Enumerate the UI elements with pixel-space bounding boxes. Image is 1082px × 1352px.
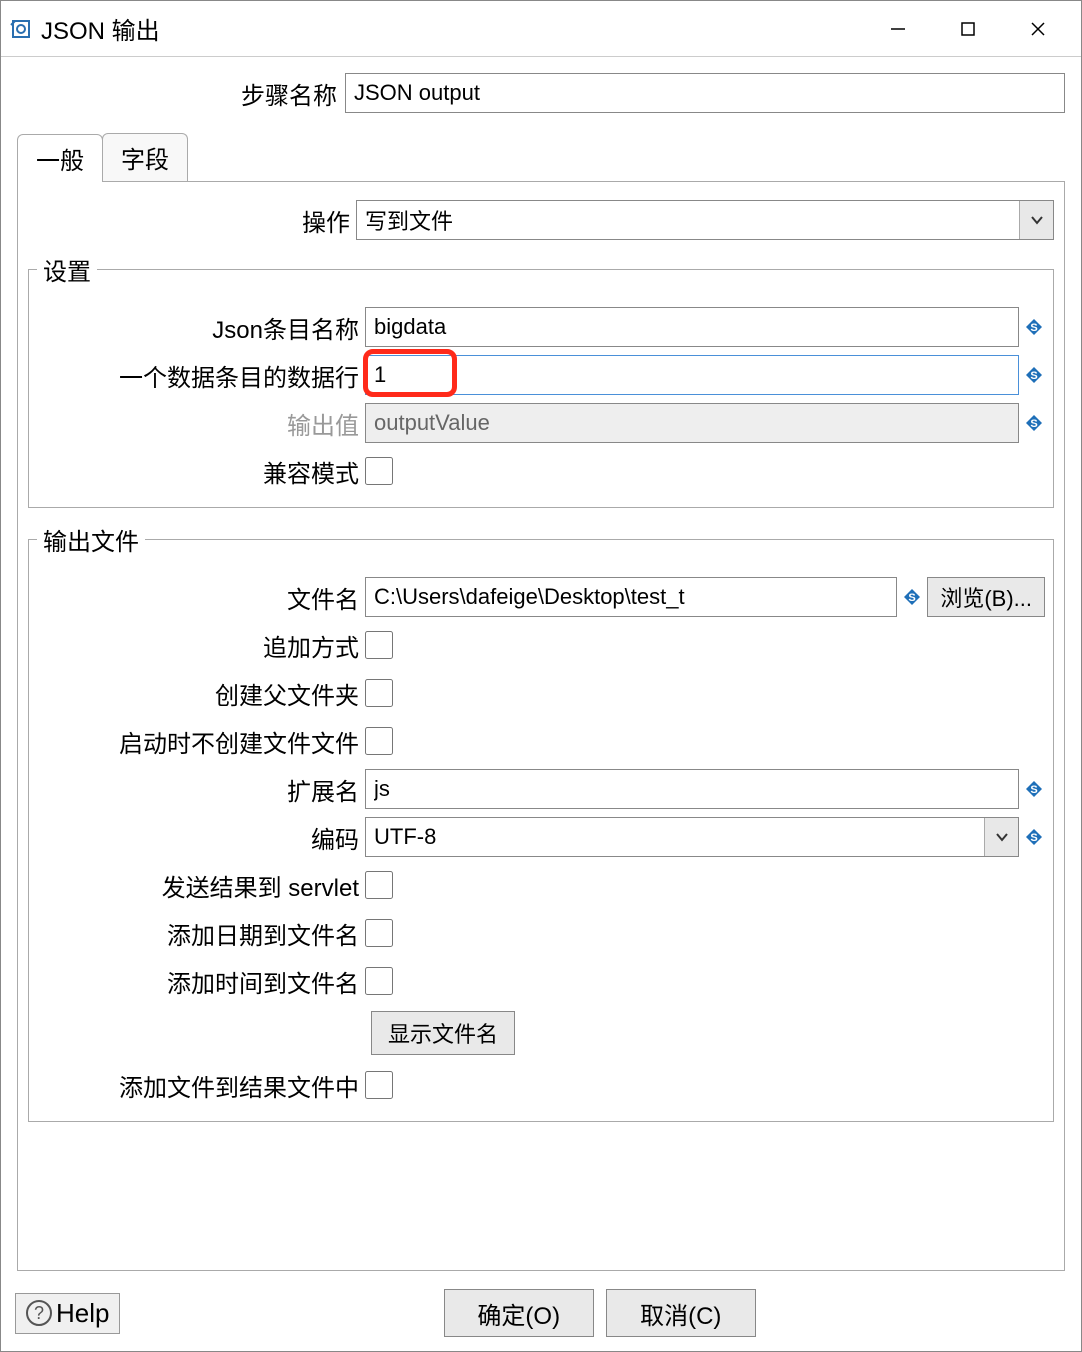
encoding-row: 编码 S: [37, 815, 1045, 859]
extension-row: 扩展名 S: [37, 767, 1045, 811]
send-servlet-label: 发送结果到 servlet: [37, 868, 365, 903]
send-servlet-checkbox[interactable]: [365, 871, 393, 899]
no-create-start-row: 启动时不创建文件文件: [37, 719, 1045, 763]
compat-row: 兼容模式: [37, 449, 1045, 493]
append-row: 追加方式: [37, 623, 1045, 667]
settings-legend: 设置: [37, 252, 97, 287]
tab-fields[interactable]: 字段: [102, 133, 188, 181]
bottom-bar: ? Help 确定(O) 取消(C): [1, 1279, 1081, 1351]
minimize-button[interactable]: [863, 9, 933, 49]
json-entry-row: Json条目名称 S: [37, 305, 1045, 349]
variable-icon[interactable]: S: [1023, 316, 1045, 338]
variable-icon[interactable]: S: [901, 586, 923, 608]
add-to-result-label: 添加文件到结果文件中: [37, 1068, 365, 1103]
chevron-down-icon[interactable]: [984, 818, 1018, 856]
encoding-select[interactable]: [365, 817, 1019, 857]
no-create-start-checkbox[interactable]: [365, 727, 393, 755]
cancel-button[interactable]: 取消(C): [606, 1289, 756, 1337]
variable-icon[interactable]: S: [1023, 412, 1045, 434]
content-area: 步骤名称 一般 字段 操作: [1, 57, 1081, 1279]
filename-label: 文件名: [37, 580, 365, 615]
filename-input[interactable]: [365, 577, 897, 617]
maximize-button[interactable]: [933, 9, 1003, 49]
append-label: 追加方式: [37, 628, 365, 663]
add-to-result-checkbox[interactable]: [365, 1071, 393, 1099]
operation-select[interactable]: [356, 200, 1054, 240]
compat-label: 兼容模式: [37, 454, 365, 489]
encoding-label: 编码: [37, 820, 365, 855]
add-date-row: 添加日期到文件名: [37, 911, 1045, 955]
extension-input[interactable]: [365, 769, 1019, 809]
create-parent-checkbox[interactable]: [365, 679, 393, 707]
svg-text:S: S: [1030, 370, 1037, 382]
rows-per-entry-label: 一个数据条目的数据行: [37, 358, 365, 393]
tab-general-body: 操作 设置 Json条目名称: [17, 182, 1065, 1271]
svg-text:S: S: [1030, 322, 1037, 334]
svg-text:S: S: [909, 592, 916, 604]
json-entry-label: Json条目名称: [37, 310, 365, 345]
send-servlet-row: 发送结果到 servlet: [37, 863, 1045, 907]
settings-fieldset: 设置 Json条目名称 S 一个数据条目的数据行: [28, 252, 1054, 508]
variable-icon[interactable]: S: [1023, 778, 1045, 800]
operation-row: 操作: [28, 198, 1054, 242]
compat-checkbox[interactable]: [365, 457, 393, 485]
show-filename-button[interactable]: 显示文件名: [371, 1011, 515, 1055]
step-name-input[interactable]: [345, 73, 1065, 113]
step-name-label: 步骤名称: [17, 76, 337, 111]
titlebar: JSON 输出: [1, 1, 1081, 57]
step-name-row: 步骤名称: [17, 73, 1065, 121]
filename-row: 文件名 S 浏览(B)...: [37, 575, 1045, 619]
help-icon: ?: [26, 1300, 52, 1326]
output-value-row: 输出值 S: [37, 401, 1045, 445]
window-title: JSON 输出: [41, 11, 863, 46]
add-time-row: 添加时间到文件名: [37, 959, 1045, 1003]
tab-strip: 一般 字段: [17, 133, 1065, 182]
help-button[interactable]: ? Help: [15, 1293, 120, 1334]
chevron-down-icon[interactable]: [1019, 201, 1053, 239]
help-label: Help: [56, 1298, 109, 1329]
operation-label: 操作: [28, 203, 356, 238]
output-value-label: 输出值: [37, 406, 365, 441]
svg-text:S: S: [1030, 418, 1037, 430]
show-filename-row: 显示文件名: [37, 1011, 1045, 1055]
tab-container: 一般 字段 操作 设置: [17, 133, 1065, 1271]
output-value-input: [365, 403, 1019, 443]
create-parent-row: 创建父文件夹: [37, 671, 1045, 715]
append-checkbox[interactable]: [365, 631, 393, 659]
variable-icon[interactable]: S: [1023, 826, 1045, 848]
create-parent-label: 创建父文件夹: [37, 676, 365, 711]
svg-text:S: S: [1030, 784, 1037, 796]
output-file-legend: 输出文件: [37, 522, 145, 557]
svg-text:S: S: [1030, 832, 1037, 844]
no-create-start-label: 启动时不创建文件文件: [37, 724, 365, 759]
variable-icon[interactable]: S: [1023, 364, 1045, 386]
rows-per-entry-row: 一个数据条目的数据行 S: [37, 353, 1045, 397]
add-date-label: 添加日期到文件名: [37, 916, 365, 951]
tab-general[interactable]: 一般: [17, 134, 103, 182]
close-button[interactable]: [1003, 9, 1073, 49]
app-icon: [9, 17, 33, 41]
window-controls: [863, 9, 1073, 49]
add-date-checkbox[interactable]: [365, 919, 393, 947]
add-time-label: 添加时间到文件名: [37, 964, 365, 999]
add-time-checkbox[interactable]: [365, 967, 393, 995]
json-entry-input[interactable]: [365, 307, 1019, 347]
extension-label: 扩展名: [37, 772, 365, 807]
browse-button[interactable]: 浏览(B)...: [927, 577, 1045, 617]
output-file-fieldset: 输出文件 文件名 S 浏览(B)... 追加方式: [28, 522, 1054, 1122]
add-to-result-row: 添加文件到结果文件中: [37, 1063, 1045, 1107]
dialog-window: JSON 输出 步骤名称 一般 字段 操作: [0, 0, 1082, 1352]
rows-per-entry-input[interactable]: [365, 355, 1019, 395]
ok-button[interactable]: 确定(O): [444, 1289, 594, 1337]
